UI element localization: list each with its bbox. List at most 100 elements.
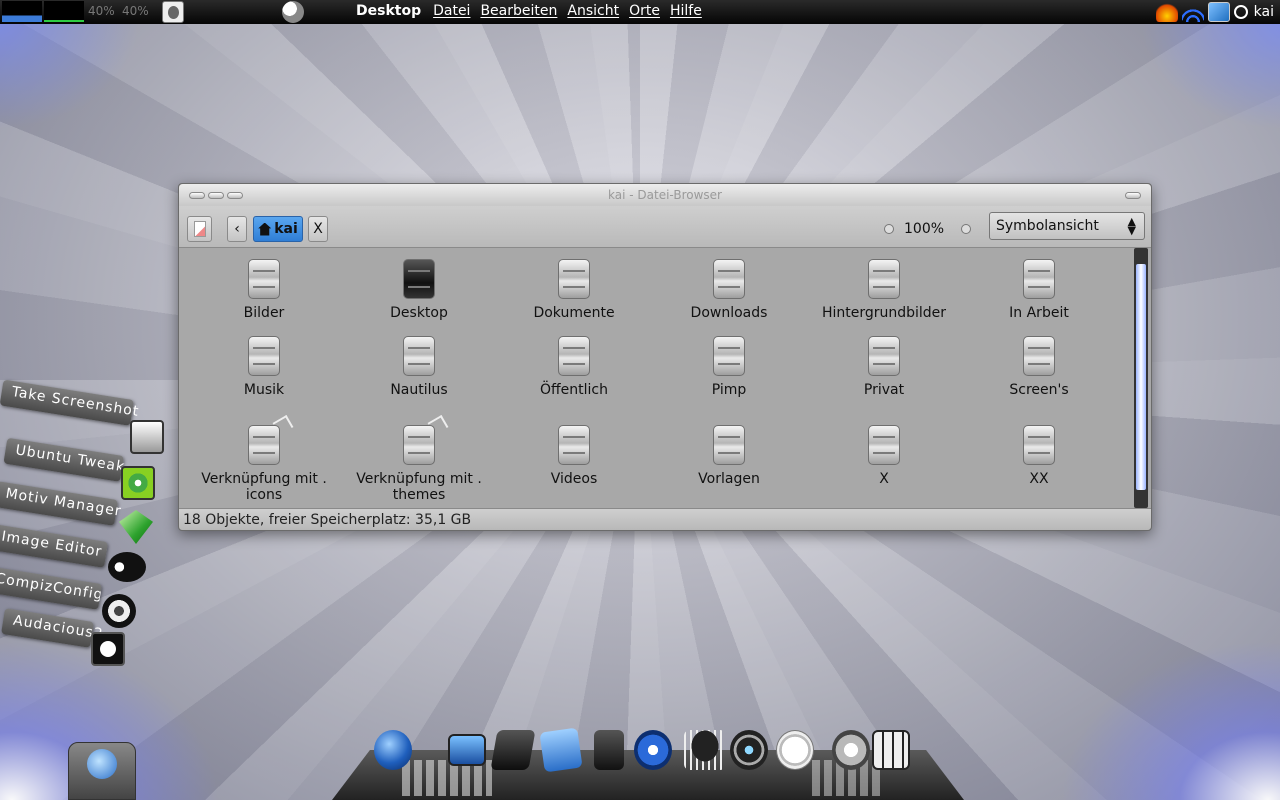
folder-label: Videos	[550, 471, 598, 487]
folder-icon	[400, 256, 438, 304]
folder-icon	[400, 414, 449, 470]
gimp-icon[interactable]	[108, 552, 146, 582]
menu-orte[interactable]: Orte	[629, 3, 660, 19]
view-mode-select[interactable]: Symbolansicht ▲ ▼	[989, 212, 1145, 240]
zoom-in-button[interactable]	[961, 224, 971, 234]
app-launcher: Take Screenshot Ubuntu Tweak Motiv Manag…	[0, 379, 194, 672]
file-browser-window: kai - Datei-Browser ‹ kai X 100% Symbola…	[178, 183, 1152, 531]
folder-icon	[245, 333, 283, 381]
menu-app-name[interactable]: Desktop	[356, 3, 421, 19]
folder-item[interactable]: Verknüpfung mit . icons	[189, 414, 339, 503]
menu-hilfe[interactable]: Hilfe	[670, 3, 702, 19]
music-icon[interactable]	[832, 730, 870, 770]
weather-icon[interactable]	[684, 730, 726, 770]
folder-item[interactable]: Bilder	[189, 256, 339, 321]
chevron-updown-icon: ▲ ▼	[1127, 215, 1136, 237]
breadcrumb-back-button[interactable]: ‹	[227, 216, 247, 242]
folder-label: Dokumente	[533, 305, 615, 321]
folder-item[interactable]: Desktop	[344, 256, 494, 321]
launcher-motiv-manager[interactable]: Motiv Manager	[0, 481, 123, 526]
folder-label: Vorlagen	[698, 471, 760, 487]
folder-label: Verknüpfung mit . themes	[356, 471, 482, 503]
folder-icon	[555, 256, 593, 304]
gimp-launcher-icon[interactable]	[162, 1, 184, 23]
folder-item[interactable]: Downloads	[654, 256, 804, 321]
folder-item[interactable]: In Arbeit	[964, 256, 1114, 321]
folder-item[interactable]: Hintergrundbilder	[809, 256, 959, 321]
folder-icon	[710, 256, 748, 304]
folder-item[interactable]: Pimp	[654, 333, 804, 398]
eye-icon[interactable]	[730, 730, 768, 770]
title-bar[interactable]: kai - Datei-Browser	[179, 184, 1151, 206]
zoom-level: 100%	[904, 221, 945, 237]
folder-icon	[1020, 422, 1058, 470]
shade-button[interactable]	[1125, 192, 1141, 199]
ubuntu-tweak-icon[interactable]	[121, 466, 155, 500]
folder-label: Downloads	[690, 305, 768, 321]
folder-icon	[710, 422, 748, 470]
folder-item[interactable]: XX	[964, 422, 1114, 487]
flame-icon[interactable]	[1155, 2, 1178, 22]
username[interactable]: kai	[1254, 4, 1274, 20]
folder-label: Nautilus	[390, 382, 448, 398]
screenshot-icon[interactable]	[1207, 2, 1230, 22]
messenger-icon[interactable]	[68, 742, 136, 800]
folder-item[interactable]: Dokumente	[499, 256, 649, 321]
home-icon	[258, 222, 272, 236]
dock	[374, 727, 914, 776]
folder-label: Privat	[863, 382, 905, 398]
system-monitor[interactable]	[2, 1, 84, 22]
globe-icon[interactable]	[374, 730, 412, 770]
trash-icon[interactable]	[594, 730, 624, 770]
status-bar: 18 Objekte, freier Speicherplatz: 35,1 G…	[179, 508, 1151, 530]
scrollbar-thumb[interactable]	[1136, 264, 1146, 490]
folder-label: Screen's	[1009, 382, 1069, 398]
tools-icon[interactable]	[539, 727, 583, 773]
audacious-icon[interactable]	[91, 632, 125, 666]
location-toggle-button[interactable]	[187, 216, 212, 242]
launcher-compizconfig[interactable]: CompizConfig Ei…	[0, 566, 103, 610]
launcher-ubuntu-tweak[interactable]: Ubuntu Tweak	[3, 437, 126, 482]
window-title: kai - Datei-Browser	[608, 188, 722, 202]
folder-item[interactable]: Privat	[809, 333, 959, 398]
system-tray: kai	[1155, 0, 1280, 24]
tiles-icon[interactable]	[872, 730, 910, 770]
cpu-graph	[2, 1, 42, 22]
zoom-out-button[interactable]	[884, 224, 894, 234]
folder-label: In Arbeit	[1009, 305, 1069, 321]
clock-icon[interactable]	[776, 730, 814, 770]
quicktime-icon[interactable]	[634, 730, 672, 770]
compiz-icon[interactable]	[102, 594, 136, 628]
folder-item[interactable]: Screen's	[964, 333, 1114, 398]
cpu-usage: 40%	[122, 4, 149, 18]
menu-datei[interactable]: Datei	[433, 3, 470, 19]
menu-bearbeiten[interactable]: Bearbeiten	[480, 3, 557, 19]
camera-icon[interactable]	[130, 420, 164, 454]
folder-label: Verknüpfung mit . icons	[201, 471, 327, 503]
folder-icon[interactable]	[490, 730, 536, 770]
wifi-icon[interactable]	[1181, 2, 1204, 22]
breadcrumb-x[interactable]: X	[308, 216, 328, 242]
folder-item[interactable]: Vorlagen	[654, 422, 804, 487]
folder-icon	[400, 333, 438, 381]
main-menu-icon[interactable]	[282, 1, 304, 23]
folder-icon	[865, 333, 903, 381]
folder-item[interactable]: X	[809, 422, 959, 487]
scrollbar[interactable]	[1134, 248, 1148, 508]
folder-item[interactable]: Öffentlich	[499, 333, 649, 398]
menu-ansicht[interactable]: Ansicht	[567, 3, 619, 19]
monitor-icon[interactable]	[448, 734, 486, 766]
folder-item[interactable]: Verknüpfung mit . themes	[344, 414, 494, 503]
folder-label: X	[879, 471, 889, 487]
breadcrumb-kai[interactable]: kai	[253, 216, 303, 242]
gem-icon[interactable]	[119, 510, 153, 544]
launcher-image-editor[interactable]: Image Editor	[0, 524, 109, 568]
folder-icon	[1020, 256, 1058, 304]
power-icon[interactable]	[1233, 5, 1248, 19]
folder-item[interactable]: Nautilus	[344, 333, 494, 398]
top-panel: 40% 40% Desktop Datei Bearbeiten Ansicht…	[0, 0, 1280, 24]
folder-item[interactable]: Videos	[499, 422, 649, 487]
launcher-audacious[interactable]: Audacious2	[1, 608, 105, 648]
folder-label: Pimp	[711, 382, 747, 398]
folder-item[interactable]: Musik	[189, 333, 339, 398]
